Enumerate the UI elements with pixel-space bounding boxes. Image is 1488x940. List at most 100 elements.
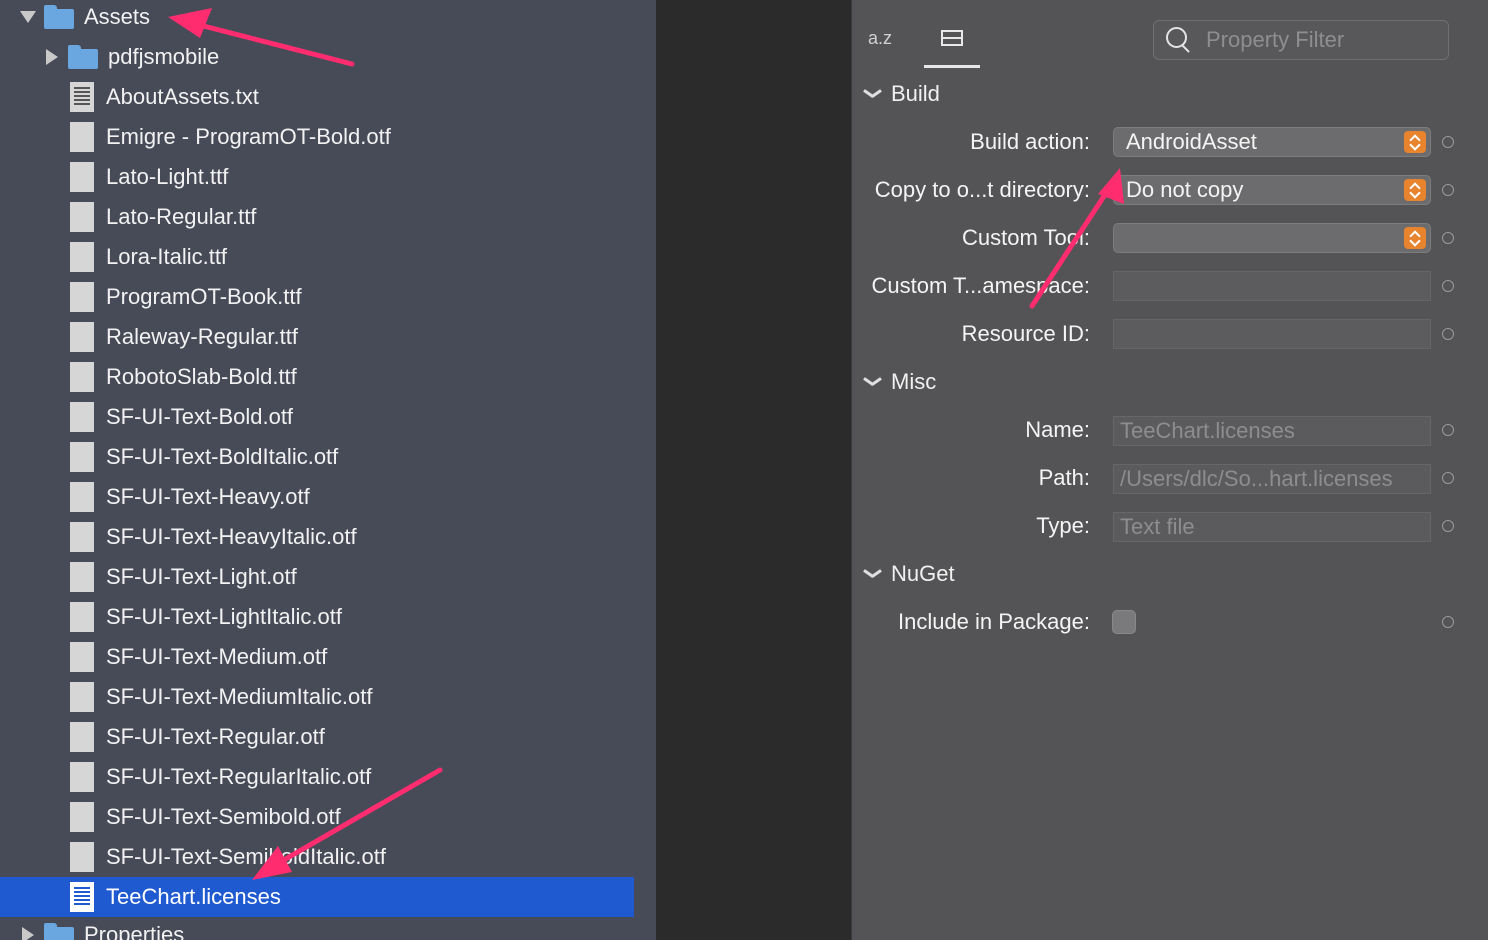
reset-indicator-icon[interactable]	[1442, 136, 1454, 148]
section-nuget[interactable]: NuGet	[862, 559, 955, 589]
chevron-down-icon	[862, 567, 882, 581]
reset-indicator-icon[interactable]	[1442, 472, 1454, 484]
reset-indicator-icon[interactable]	[1442, 184, 1454, 196]
file-icon	[70, 482, 94, 512]
tree-item-label: Emigre - ProgramOT-Bold.otf	[106, 124, 391, 149]
type-field: Text file	[1113, 512, 1431, 542]
tree-item-label: SF-UI-Text-Heavy.otf	[106, 484, 310, 509]
chevron-down-icon	[862, 87, 882, 101]
file-icon	[70, 162, 94, 192]
tree-row-file[interactable]: SF-UI-Text-Heavy.otf	[0, 477, 634, 517]
text-file-icon	[70, 82, 94, 112]
file-icon	[70, 242, 94, 272]
copy-to-output-select[interactable]: Do not copy	[1113, 175, 1431, 205]
tree-item-label: pdfjsmobile	[108, 44, 220, 69]
path-label: Path:	[1038, 465, 1090, 490]
file-icon	[70, 402, 94, 432]
tree-row-file[interactable]: SF-UI-Text-Semibold.otf	[0, 797, 634, 837]
tree-row-file[interactable]: AboutAssets.txt	[0, 77, 634, 117]
file-icon	[70, 762, 94, 792]
custom-namespace-field[interactable]	[1113, 271, 1431, 301]
chevron-updown-icon	[1404, 227, 1426, 249]
reset-indicator-icon[interactable]	[1442, 280, 1454, 292]
tree-item-label: Properties	[84, 922, 185, 940]
tree-row-file[interactable]: SF-UI-Text-SemiboldItalic.otf	[0, 837, 634, 877]
file-icon	[70, 562, 94, 592]
tree-row-file[interactable]: SF-UI-Text-MediumItalic.otf	[0, 677, 634, 717]
tree-row-file[interactable]: SF-UI-Text-Light.otf	[0, 557, 634, 597]
property-filter[interactable]	[1153, 20, 1449, 60]
tree-row-pdfjsmobile-folder[interactable]: pdfjsmobile	[0, 37, 634, 77]
custom-tool-select[interactable]	[1113, 223, 1431, 253]
folder-icon	[68, 45, 98, 69]
tree-item-label: Lato-Light.ttf	[106, 164, 229, 189]
chevron-updown-icon	[1404, 131, 1426, 153]
file-icon	[70, 442, 94, 472]
tree-item-label: Assets	[84, 4, 151, 29]
include-in-package-checkbox[interactable]	[1112, 610, 1136, 634]
tree-item-label: Raleway-Regular.ttf	[106, 324, 298, 349]
tree-row-file[interactable]: SF-UI-Text-RegularItalic.otf	[0, 757, 634, 797]
tree-item-label: SF-UI-Text-Light.otf	[106, 564, 297, 589]
file-icon	[70, 842, 94, 872]
list-icon	[941, 30, 963, 46]
resource-id-field[interactable]	[1113, 319, 1431, 349]
sort-alphabetical-button[interactable]: a.z	[868, 28, 892, 49]
file-icon	[70, 642, 94, 672]
tree-item-label: SF-UI-Text-BoldItalic.otf	[106, 444, 339, 469]
categorized-view-button[interactable]	[924, 16, 980, 68]
expand-arrow-icon[interactable]	[16, 5, 40, 29]
file-icon	[70, 322, 94, 352]
file-icon	[70, 282, 94, 312]
name-label: Name:	[1025, 417, 1090, 442]
search-icon	[1166, 27, 1192, 53]
section-build[interactable]: Build	[862, 79, 940, 109]
solution-tree: Assets pdfjsmobile AboutAssets.txt Emigre…	[0, 0, 656, 940]
tree-row-file[interactable]: RobotoSlab-Bold.ttf	[0, 357, 634, 397]
tree-item-label: RobotoSlab-Bold.ttf	[106, 364, 297, 389]
tree-item-label: SF-UI-Text-Regular.otf	[106, 724, 325, 749]
collapse-arrow-icon[interactable]	[14, 923, 38, 940]
build-action-select[interactable]: AndroidAsset	[1113, 127, 1431, 157]
tree-item-label: SF-UI-Text-Medium.otf	[106, 644, 328, 669]
chevron-down-icon	[862, 375, 882, 389]
tree-row-selected-file[interactable]: TeeChart.licenses	[0, 877, 634, 917]
tree-row-file[interactable]: SF-UI-Text-Bold.otf	[0, 397, 634, 437]
tree-row-file[interactable]: SF-UI-Text-Regular.otf	[0, 717, 634, 757]
reset-indicator-icon[interactable]	[1442, 424, 1454, 436]
section-title: Misc	[891, 369, 937, 394]
reset-indicator-icon[interactable]	[1442, 328, 1454, 340]
file-icon	[70, 722, 94, 752]
tree-row-file[interactable]: SF-UI-Text-BoldItalic.otf	[0, 437, 634, 477]
tree-row-file[interactable]: Lora-Italic.ttf	[0, 237, 634, 277]
custom-tool-label: Custom Tool:	[962, 225, 1090, 250]
tree-row-file[interactable]: SF-UI-Text-Medium.otf	[0, 637, 634, 677]
select-value: Do not copy	[1126, 177, 1244, 202]
property-filter-input[interactable]	[1206, 27, 1436, 53]
tree-item-label: AboutAssets.txt	[106, 84, 259, 109]
tree-item-label: Lora-Italic.ttf	[106, 244, 228, 269]
tree-row-file[interactable]: ProgramOT-Book.ttf	[0, 277, 634, 317]
collapse-arrow-icon[interactable]	[38, 45, 62, 69]
name-field: TeeChart.licenses	[1113, 416, 1431, 446]
section-title: NuGet	[891, 561, 955, 586]
file-icon	[70, 522, 94, 552]
tree-item-label: SF-UI-Text-Semibold.otf	[106, 804, 341, 829]
tree-row-properties-folder[interactable]: Properties	[0, 915, 634, 940]
tree-row-file[interactable]: SF-UI-Text-LightItalic.otf	[0, 597, 634, 637]
include-in-package-label: Include in Package:	[897, 609, 1090, 634]
tree-row-file[interactable]: Lato-Light.ttf	[0, 157, 634, 197]
section-misc[interactable]: Misc	[862, 367, 936, 397]
tree-row-file[interactable]: Lato-Regular.ttf	[0, 197, 634, 237]
reset-indicator-icon[interactable]	[1442, 520, 1454, 532]
tree-row-file[interactable]: SF-UI-Text-HeavyItalic.otf	[0, 517, 634, 557]
resource-id-label: Resource ID:	[961, 321, 1090, 346]
reset-indicator-icon[interactable]	[1442, 616, 1454, 628]
reset-indicator-icon[interactable]	[1442, 232, 1454, 244]
file-icon	[70, 122, 94, 152]
editor-area	[656, 0, 851, 940]
tree-row-file[interactable]: Emigre - ProgramOT-Bold.otf	[0, 117, 634, 157]
tree-item-label: SF-UI-Text-HeavyItalic.otf	[106, 524, 357, 549]
tree-row-file[interactable]: Raleway-Regular.ttf	[0, 317, 634, 357]
tree-row-assets-folder[interactable]: Assets	[0, 0, 634, 37]
